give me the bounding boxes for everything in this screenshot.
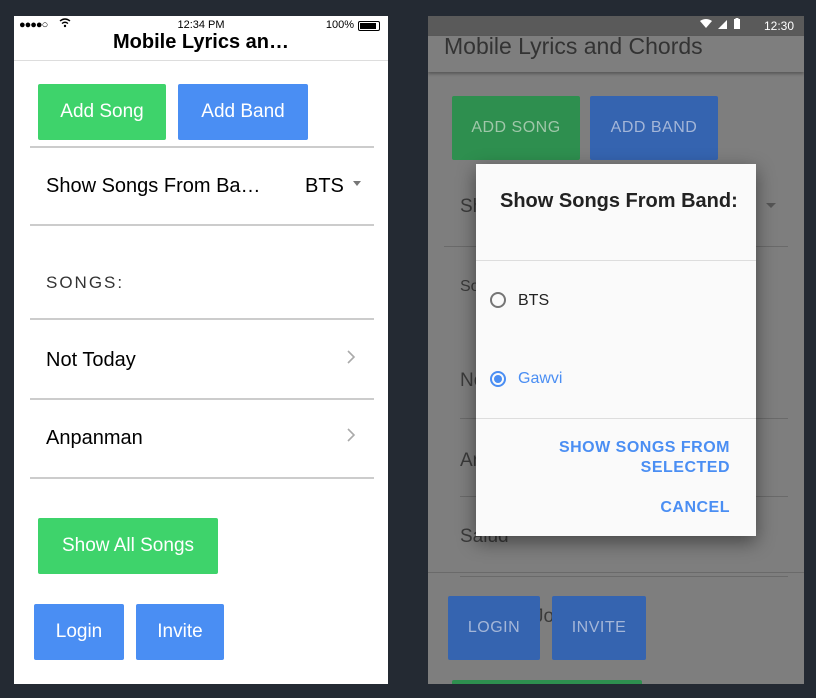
dropdown-caret-icon <box>766 203 776 208</box>
divider <box>476 260 756 261</box>
divider <box>30 224 374 226</box>
divider <box>30 146 374 148</box>
add-band-button[interactable]: ADD BAND <box>590 96 718 160</box>
divider <box>30 398 374 400</box>
chevron-right-icon <box>346 426 356 449</box>
add-band-button[interactable]: Add Band <box>178 84 308 140</box>
invite-button[interactable]: INVITE <box>552 596 646 660</box>
app-bar: Mobile Lyrics and Chords <box>428 33 804 72</box>
radio-label: BTS <box>518 292 550 309</box>
divider <box>476 418 756 419</box>
cancel-button[interactable]: CANCEL <box>660 498 730 518</box>
show-all-songs-button[interactable] <box>452 680 642 684</box>
song-title: Not Today <box>46 349 136 371</box>
page-title: Mobile Lyrics an… <box>14 28 388 61</box>
dialog-title: Show Songs From Band: <box>500 190 738 212</box>
divider <box>428 572 804 573</box>
divider <box>460 576 788 577</box>
band-picker-value: BTS <box>305 175 344 197</box>
radio-checked-icon[interactable] <box>490 371 506 387</box>
band-picker-label: Show Songs From Ba… <box>46 175 261 197</box>
add-song-button[interactable]: Add Song <box>38 84 166 140</box>
chevron-right-icon <box>346 348 356 371</box>
status-icons <box>700 18 744 33</box>
songs-header: SONGS: <box>46 273 125 292</box>
dropdown-caret-icon <box>353 181 361 186</box>
song-title: Anpanman <box>46 427 143 449</box>
radio-unchecked-icon[interactable] <box>490 292 506 308</box>
login-button[interactable]: Login <box>34 604 124 660</box>
divider <box>30 477 374 479</box>
radio-label: Gawvi <box>518 370 563 387</box>
invite-button[interactable]: Invite <box>136 604 224 660</box>
ios-phone-screen: ●●●●○ 12:34 PM 100% Mobile Lyrics an… Ad… <box>14 16 388 684</box>
status-time: 12:30 <box>763 19 794 33</box>
band-select-dialog: Show Songs From Band: BTS Gawvi SHOW SON… <box>476 164 756 536</box>
show-songs-from-selected-button[interactable]: SHOW SONGS FROM SELECTED <box>530 438 730 478</box>
login-button[interactable]: LOGIN <box>448 596 540 660</box>
show-all-songs-button[interactable]: Show All Songs <box>38 518 218 574</box>
page-title: Mobile Lyrics and Chords <box>444 33 703 59</box>
divider <box>30 318 374 320</box>
add-song-button[interactable]: ADD SONG <box>452 96 580 160</box>
android-phone-screen: 12:30 Mobile Lyrics and Chords ADD SONG … <box>428 16 804 684</box>
